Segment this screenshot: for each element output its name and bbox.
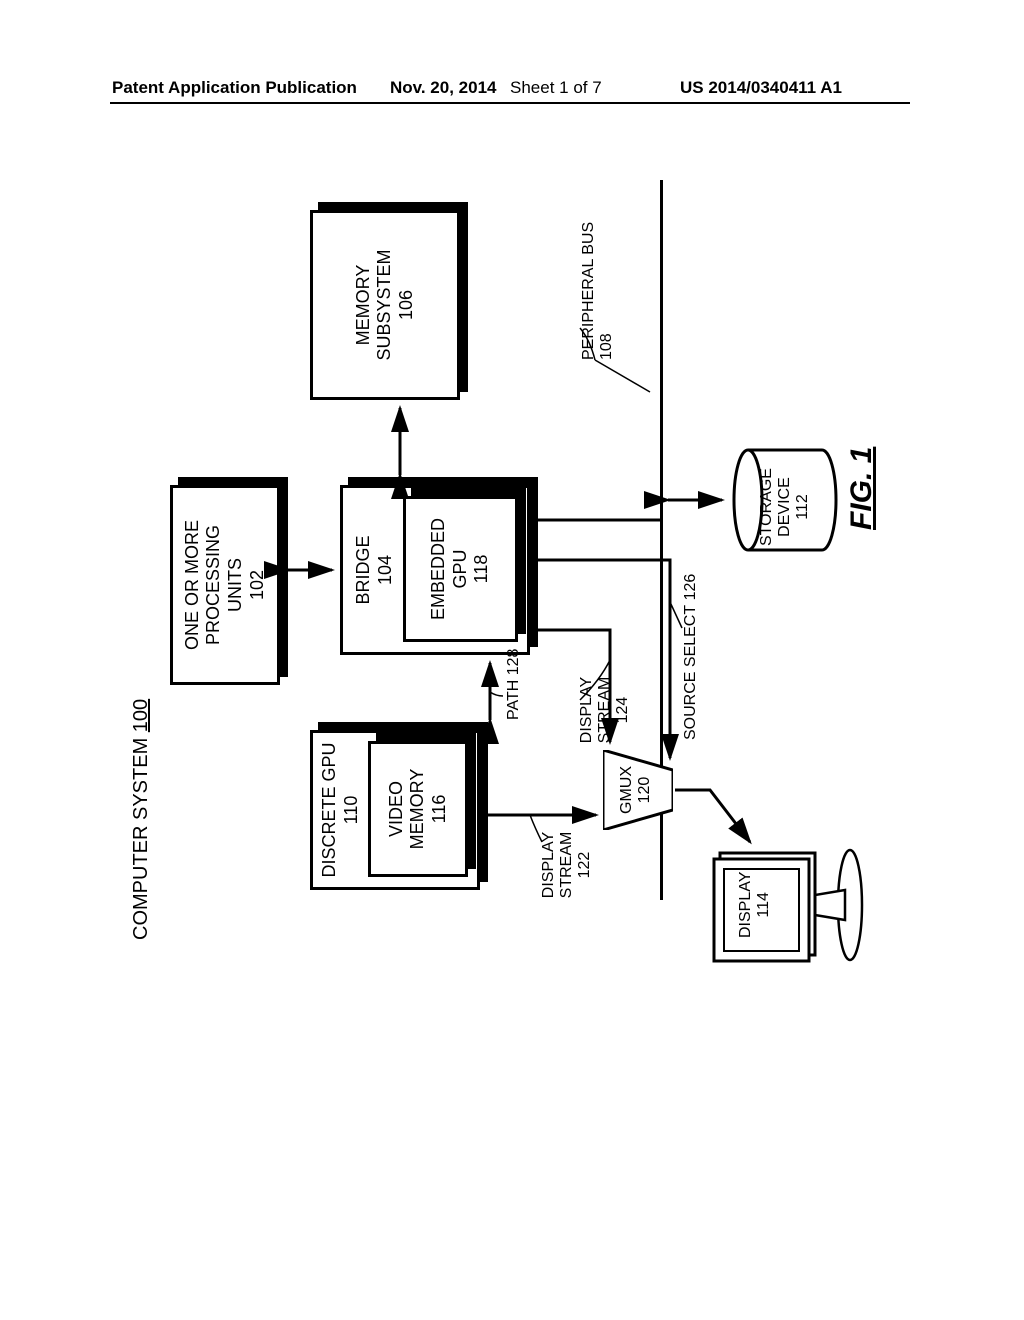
srcsel-label: SOURCE SELECT xyxy=(682,605,699,740)
mem-line1: MEMORY xyxy=(353,265,375,346)
display-ref: 114 xyxy=(755,892,772,918)
mem-ref: 106 xyxy=(396,290,418,320)
bridge-ref: 104 xyxy=(375,555,397,585)
egpu-label: EMBEDDED GPU xyxy=(428,499,471,639)
storage-ref: 112 xyxy=(794,494,811,520)
ds124-ref: 124 xyxy=(614,697,631,724)
path-128-label: PATH 128 xyxy=(505,649,523,720)
embedded-gpu-block: EMBEDDED GPU 118 xyxy=(403,496,518,642)
display-stream-122-label: DISPLAY STREAM 122 xyxy=(540,825,594,905)
system-title: COMPUTER SYSTEM 100 xyxy=(130,699,153,940)
srcsel-ref: 126 xyxy=(682,574,699,601)
figure-diagram: COMPUTER SYSTEM 100 ONE OR MORE PROCESSI… xyxy=(110,160,1024,960)
cpu-ref: 102 xyxy=(247,570,269,600)
gmux-label-group: GMUX 120 xyxy=(618,766,654,814)
display-label: DISPLAY xyxy=(737,872,754,938)
path128-ref: 128 xyxy=(505,649,522,676)
storage-l2: DEVICE xyxy=(776,477,793,537)
dgpu-label: DISCRETE GPU xyxy=(319,742,341,877)
display-label-group: DISPLAY 114 xyxy=(737,872,773,938)
dgpu-ref: 110 xyxy=(341,796,363,825)
discrete-gpu-block: DISCRETE GPU 110 VIDEO MEMORY 116 xyxy=(310,730,480,890)
memory-block: MEMORY SUBSYSTEM 106 xyxy=(310,210,460,400)
ds124-label: DISPLAY STREAM xyxy=(578,677,613,744)
vmem-line2: MEMORY xyxy=(407,769,429,850)
bridge-block: BRIDGE 104 EMBEDDED GPU 118 xyxy=(340,485,530,655)
system-title-text: COMPUTER SYSTEM xyxy=(130,732,152,940)
display-icon xyxy=(705,835,870,975)
cpu-block: ONE OR MORE PROCESSING UNITS 102 xyxy=(170,485,280,685)
system-title-ref: 100 xyxy=(130,699,152,732)
ds122-label: DISPLAY STREAM xyxy=(540,832,575,899)
cpu-line3: UNITS xyxy=(225,558,247,612)
path128-label: PATH xyxy=(505,680,522,720)
bridge-label: BRIDGE xyxy=(353,536,375,605)
video-memory-block: VIDEO MEMORY 116 xyxy=(368,741,468,877)
peripheral-bus-label: PERIPHERAL BUS 108 xyxy=(580,222,616,360)
source-select-label: SOURCE SELECT 126 xyxy=(682,574,700,740)
gmux-label: GMUX xyxy=(618,766,635,814)
storage-label-group: STORAGE DEVICE 112 xyxy=(758,468,812,546)
display-stream-124-label: DISPLAY STREAM 124 xyxy=(578,670,632,750)
gmux-ref: 120 xyxy=(636,777,653,804)
mem-line2: SUBSYSTEM xyxy=(374,249,396,360)
storage-l1: STORAGE xyxy=(758,468,775,546)
egpu-ref: 118 xyxy=(471,555,493,584)
pbus-label: PERIPHERAL BUS xyxy=(580,222,597,360)
vmem-ref: 116 xyxy=(429,795,451,824)
pbus-ref: 108 xyxy=(598,333,615,360)
cpu-line2: PROCESSING xyxy=(203,525,225,645)
vmem-line1: VIDEO xyxy=(386,781,408,837)
figure-caption: FIG. 1 xyxy=(845,447,879,530)
cpu-line1: ONE OR MORE xyxy=(182,520,204,650)
ds122-ref: 122 xyxy=(576,852,593,879)
